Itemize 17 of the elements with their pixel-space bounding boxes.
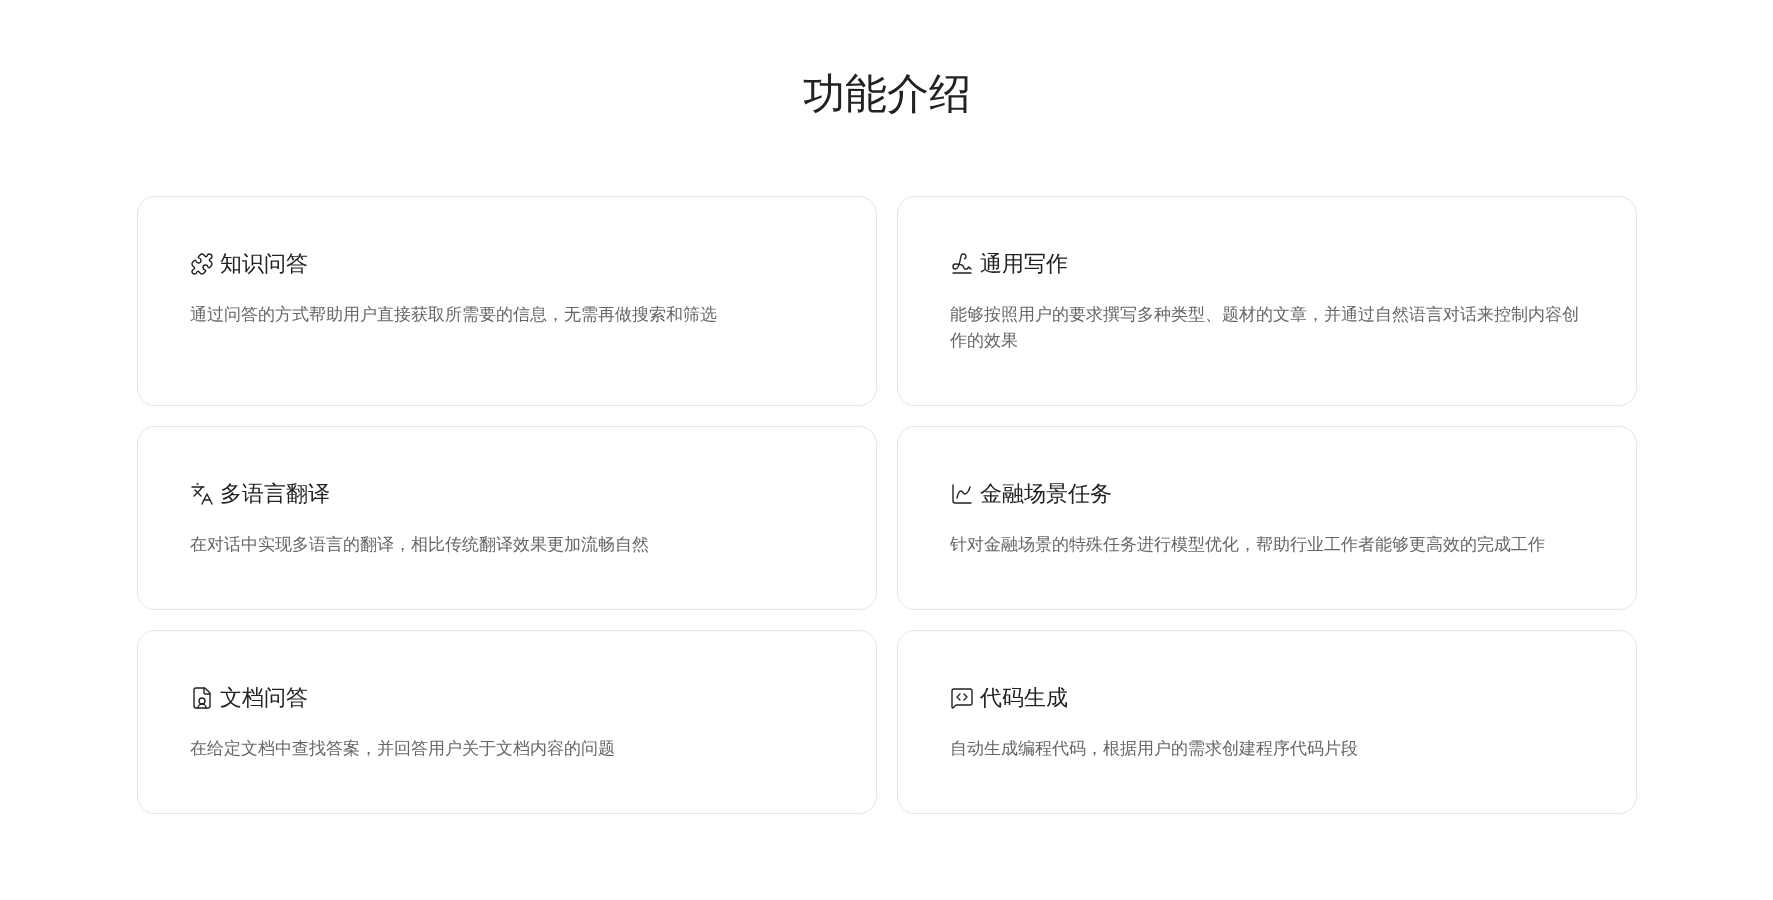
puzzle-icon xyxy=(189,252,214,276)
feature-title: 文档问答 xyxy=(219,684,308,712)
feature-description: 针对金融场景的特殊任务进行模型优化，帮助行业工作者能够更高效的完成工作 xyxy=(949,533,1546,556)
code-icon xyxy=(949,686,974,710)
feature-description: 自动生成编程代码，根据用户的需求创建程序代码片段 xyxy=(949,737,1359,760)
feature-title: 金融场景任务 xyxy=(979,480,1112,508)
feature-title: 通用写作 xyxy=(979,250,1068,278)
feature-title: 知识问答 xyxy=(219,250,308,278)
chart-icon xyxy=(949,482,974,506)
page-title: 功能介绍 xyxy=(802,68,971,120)
feature-description: 能够按照用户的要求撰写多种类型、题材的文章，并通过自然语言对话来控制内容创作的效果 xyxy=(949,303,1580,352)
feature-title: 多语言翻译 xyxy=(219,480,330,508)
feature-description: 在给定文档中查找答案，并回答用户关于文档内容的问题 xyxy=(189,737,616,760)
feature-description: 在对话中实现多语言的翻译，相比传统翻译效果更加流畅自然 xyxy=(189,533,650,556)
feature-description: 通过问答的方式帮助用户直接获取所需要的信息，无需再做搜索和筛选 xyxy=(189,303,718,326)
feature-title: 代码生成 xyxy=(979,684,1068,712)
translate-icon xyxy=(189,482,214,506)
